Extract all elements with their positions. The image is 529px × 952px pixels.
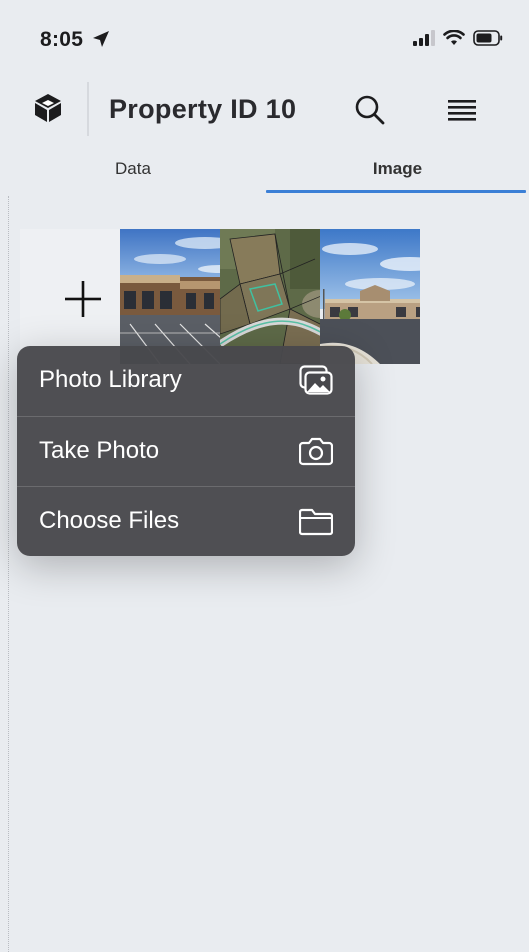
active-tab-indicator xyxy=(266,190,526,193)
menu-item-label: Choose Files xyxy=(39,507,180,534)
hamburger-menu-icon[interactable] xyxy=(444,94,480,126)
add-image-button[interactable] xyxy=(20,229,120,364)
tab-image[interactable]: Image xyxy=(266,150,529,194)
battery-icon xyxy=(473,30,503,46)
strip-mall-photo xyxy=(120,229,220,364)
property-photo xyxy=(420,229,520,364)
status-icons xyxy=(413,30,503,46)
page-title: Property ID 10 xyxy=(109,94,297,124)
search-icon[interactable] xyxy=(352,92,388,128)
menu-item-choose-files[interactable]: Choose Files xyxy=(17,487,355,556)
status-bar: 8:05 xyxy=(0,0,529,70)
signal-icon xyxy=(413,30,435,46)
menu-item-label: Take Photo xyxy=(39,437,160,464)
image-gallery xyxy=(20,229,520,364)
header-divider xyxy=(87,82,89,136)
app-logo-icon xyxy=(35,94,61,122)
camera-icon xyxy=(299,437,333,466)
property-image-thumbnail[interactable] xyxy=(120,229,220,364)
photo-library-icon xyxy=(299,365,333,395)
plus-icon xyxy=(65,281,101,317)
aerial-map-photo xyxy=(220,229,320,364)
tab-bar: Data Image xyxy=(0,150,529,196)
location-arrow-icon xyxy=(93,31,109,47)
add-image-popup-menu: Photo Library Take Photo Choose Files xyxy=(17,346,355,556)
app-header: Property ID 10 xyxy=(0,70,529,150)
shopping-center-photo xyxy=(320,229,420,364)
menu-item-photo-library[interactable]: Photo Library xyxy=(17,346,355,416)
menu-item-take-photo[interactable]: Take Photo xyxy=(17,417,355,487)
tab-data[interactable]: Data xyxy=(0,150,266,194)
property-image-thumbnail[interactable] xyxy=(320,229,420,364)
folder-icon xyxy=(299,508,333,536)
wifi-icon xyxy=(443,30,465,45)
status-time: 8:05 xyxy=(40,28,84,51)
property-image-thumbnail[interactable] xyxy=(420,229,520,364)
property-image-thumbnail[interactable] xyxy=(220,229,320,364)
menu-item-label: Photo Library xyxy=(39,366,182,393)
